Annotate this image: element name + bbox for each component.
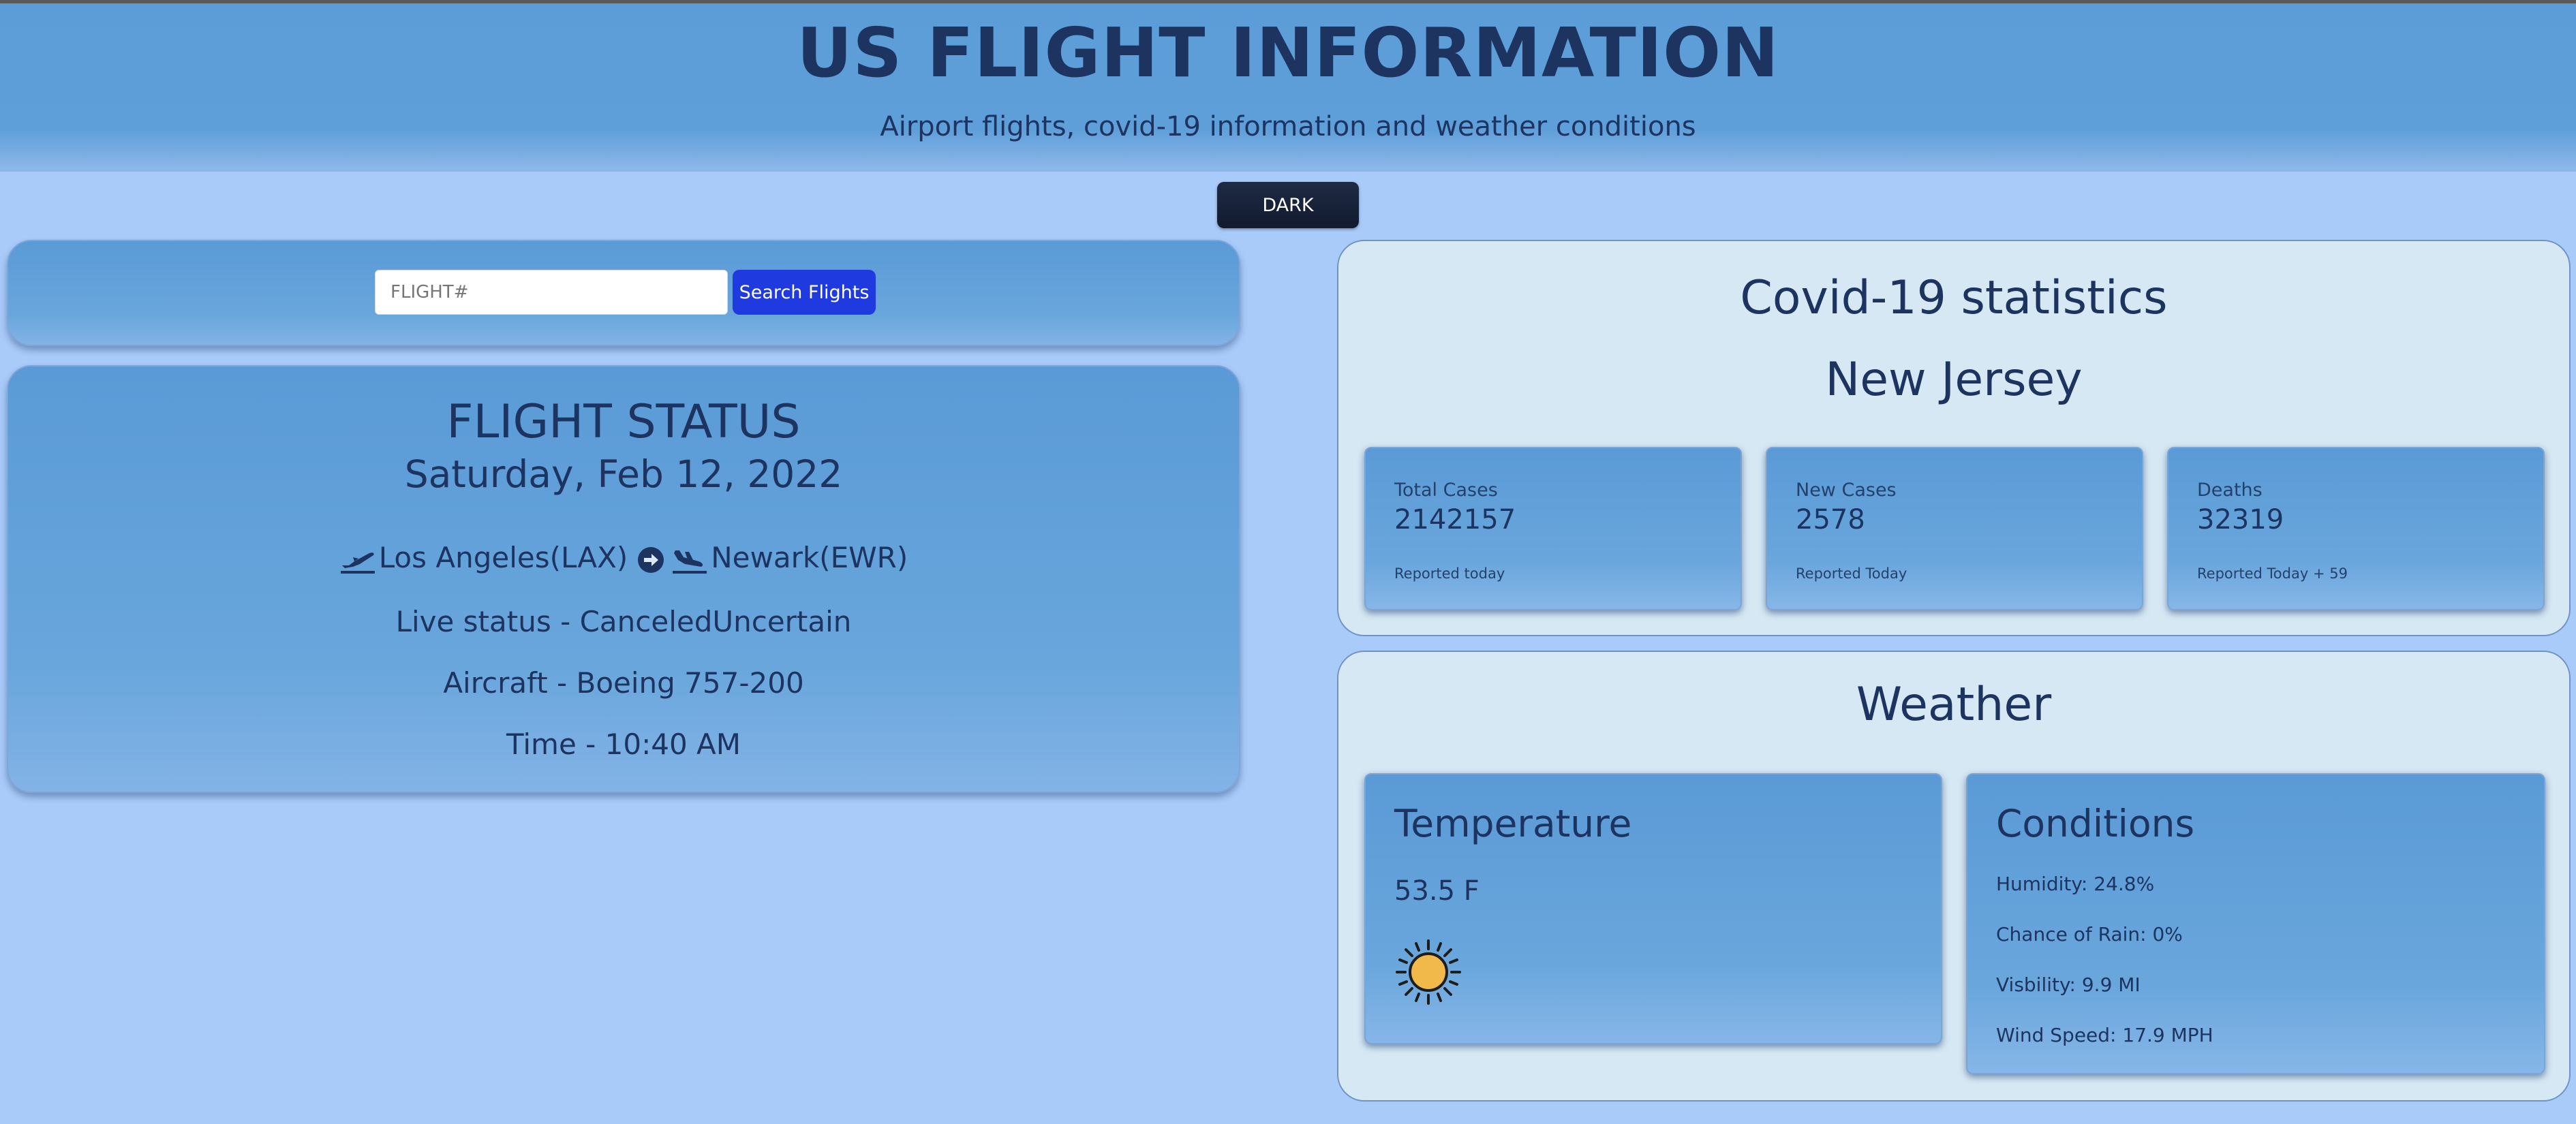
search-flights-button[interactable]: Search Flights [733,270,876,315]
covid-title: Covid-19 statistics [1740,271,2168,325]
stat-note: Reported today [1394,565,1505,582]
temperature-title: Temperature [1394,802,1632,845]
stat-value: 32319 [2197,504,2284,535]
sun-icon [1394,938,1462,1009]
weather-panel: Weather Temperature 53.5 F Conditions Hu… [1337,651,2571,1102]
origin-airport: Los Angeles(LAX) [378,541,628,575]
stat-label: Total Cases [1394,480,1498,501]
covid-state: New Jersey [1825,353,2083,407]
stat-label: New Cases [1796,480,1897,501]
aircraft-type: Aircraft - Boeing 757-200 [443,666,804,700]
total-cases-card: Total Cases 2142157 Reported today [1364,447,1742,610]
visibility: Visbility: 9.9 MI [1996,973,2141,996]
page-header: US FLIGHT INFORMATION Airport flights, c… [0,0,2576,172]
page-subtitle: Airport flights, covid-19 information an… [880,111,1696,142]
flight-date: Saturday, Feb 12, 2022 [404,452,843,496]
landing-icon [671,541,708,575]
stat-label: Deaths [2197,480,2263,501]
departure-time: Time - 10:40 AM [506,728,741,761]
takeoff-icon [339,541,376,575]
conditions-card: Conditions Humidity: 24.8% Chance of Rai… [1966,773,2545,1074]
stat-value: 2578 [1796,504,1865,535]
deaths-card: Deaths 32319 Reported Today + 59 [2167,447,2545,610]
conditions-title: Conditions [1996,802,2195,845]
flight-status-title: FLIGHT STATUS [446,395,801,449]
stat-value: 2142157 [1394,504,1516,535]
temperature-card: Temperature 53.5 F [1364,773,1942,1044]
wind-speed: Wind Speed: 17.9 MPH [1996,1024,2213,1046]
weather-title: Weather [1856,678,2052,732]
stat-note: Reported Today + 59 [2197,565,2348,582]
search-panel: Search Flights [7,240,1240,346]
page-title: US FLIGHT INFORMATION [797,13,1779,93]
flight-route: Los Angeles(LAX) Newark(EWR) [8,541,1239,575]
live-status: Live status - CanceledUncertain [395,605,852,638]
flight-status-panel: FLIGHT STATUS Saturday, Feb 12, 2022 Los… [7,365,1240,793]
dark-mode-button[interactable]: DARK [1217,182,1359,228]
flight-number-input[interactable] [375,270,728,315]
covid-panel: Covid-19 statistics New Jersey Total Cas… [1337,240,2571,636]
arrow-circle-right-icon [637,541,664,574]
destination-airport: Newark(EWR) [711,541,908,575]
humidity: Humidity: 24.8% [1996,873,2155,895]
temperature-value: 53.5 F [1394,875,1479,907]
chance-of-rain: Chance of Rain: 0% [1996,923,2183,946]
new-cases-card: New Cases 2578 Reported Today [1766,447,2143,610]
stat-note: Reported Today [1796,565,1907,582]
